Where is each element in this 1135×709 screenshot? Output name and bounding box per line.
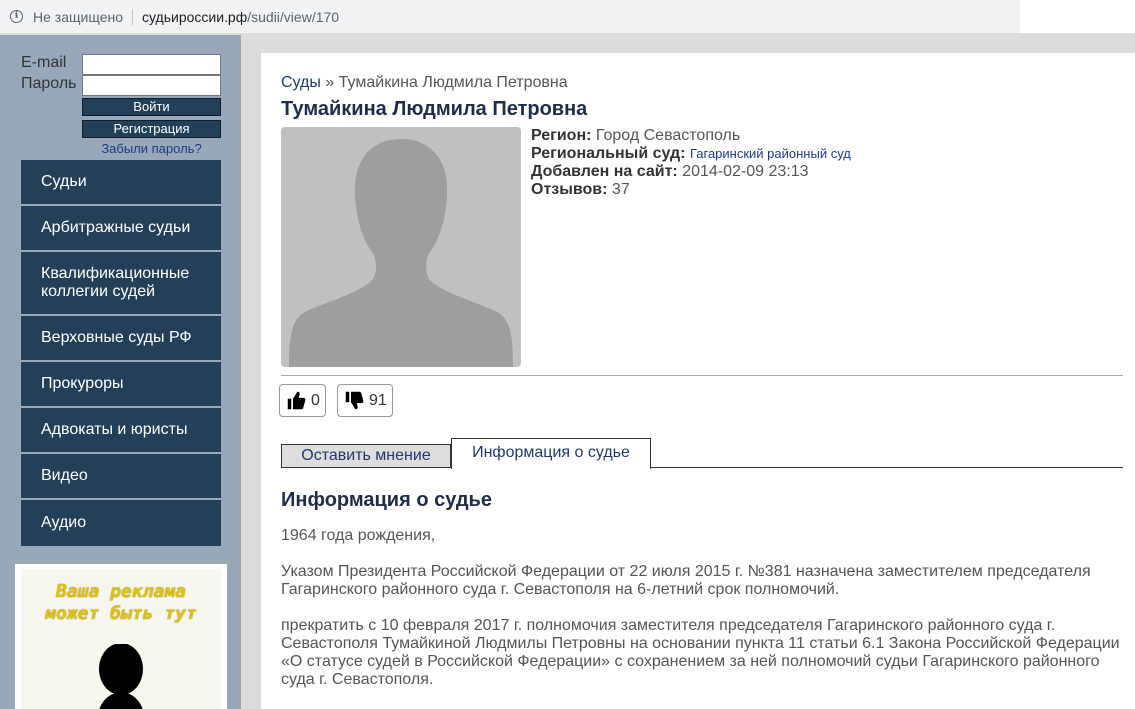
nav-item-label: Арбитражные судьи [41, 219, 191, 236]
nav-item-lawyers[interactable]: Адвокаты и юристы [21, 408, 221, 454]
ad-line-2: может быть тут [45, 603, 197, 624]
address-separator [132, 8, 133, 25]
ad-text: Ваша реклама может быть тут [21, 581, 221, 625]
nav-item-qualification-boards[interactable]: Квалификационные коллегии судей [21, 252, 221, 316]
forgot-password-link[interactable]: Забыли пароль? [82, 141, 221, 156]
email-label: E-mail [21, 54, 67, 71]
breadcrumb: Суды » Тумайкина Людмила Петровна [281, 74, 568, 92]
detail-region: Регион: Город Севастополь [531, 127, 851, 145]
tab-judge-info[interactable]: Информация о судье [451, 438, 651, 469]
nav-item-arbitration-judges[interactable]: Арбитражные судьи [21, 206, 221, 252]
main-content: Суды » Тумайкина Людмила Петровна Тумайк… [261, 53, 1135, 709]
main-nav: Судьи Арбитражные судьи Квалификационные… [21, 160, 221, 546]
added-label: Добавлен на сайт: [531, 163, 678, 180]
nav-item-label: Аудио [41, 514, 87, 531]
nav-item-label: Квалификационные коллегии судей [41, 265, 190, 300]
judge-details: Регион: Город Севастополь Региональный с… [531, 127, 851, 199]
email-field[interactable] [82, 54, 221, 75]
breadcrumb-root-link[interactable]: Суды [281, 74, 321, 91]
breadcrumb-separator: » [325, 74, 335, 91]
login-button[interactable]: Войти [82, 98, 221, 116]
register-button[interactable]: Регистрация [82, 120, 221, 138]
nav-item-video[interactable]: Видео [21, 454, 221, 500]
page-title: Тумайкина Людмила Петровна [281, 98, 588, 120]
reviews-label: Отзывов: [531, 181, 608, 198]
info-paragraph-birth: 1964 года рождения, [281, 527, 436, 544]
security-status: Не защищено [33, 8, 123, 25]
url-path[interactable]: /sudii/view/170 [247, 9, 339, 25]
tab-leave-opinion[interactable]: Оставить мнение [281, 444, 451, 468]
info-paragraph-appointment: Указом Президента Российской Федерации о… [281, 563, 1091, 598]
nav-item-label: Видео [41, 467, 88, 484]
nav-item-label: Верховные суды РФ [41, 329, 192, 346]
thumbs-down-icon [345, 391, 364, 410]
detail-added: Добавлен на сайт: 2014-02-09 23:13 [531, 163, 851, 181]
nav-item-supreme-courts[interactable]: Верховные суды РФ [21, 316, 221, 362]
nav-item-judges[interactable]: Судьи [21, 160, 221, 206]
detail-court: Региональный суд: Гагаринский районный с… [531, 145, 851, 163]
url-host[interactable]: судьироссии.рф [142, 9, 247, 25]
password-label: Пароль [21, 75, 77, 92]
court-label: Региональный суд: [531, 145, 686, 162]
thumbs-up-icon [287, 391, 306, 410]
sidebar: E-mail Пароль Войти Регистрация Забыли п… [0, 35, 241, 709]
silhouette-icon [99, 644, 143, 709]
divider [281, 375, 1123, 376]
breadcrumb-current: Тумайкина Людмила Петровна [338, 74, 568, 91]
ad-banner[interactable]: Ваша реклама может быть тут [15, 564, 227, 709]
password-field[interactable] [82, 75, 221, 96]
dislike-count: 91 [369, 391, 387, 409]
region-label: Регион: [531, 127, 592, 144]
court-link[interactable]: Гагаринский районный суд [690, 146, 851, 161]
region-value: Город Севастополь [595, 127, 741, 144]
added-value: 2014-02-09 23:13 [682, 163, 809, 180]
like-count: 0 [311, 391, 320, 409]
nav-item-label: Судьи [41, 173, 87, 190]
info-heading: Информация о судье [281, 489, 492, 511]
address-bar[interactable]: i Не защищено судьироссии.рф/sudii/view/… [0, 0, 1020, 33]
nav-item-audio[interactable]: Аудио [21, 500, 221, 546]
ad-line-1: Ваша реклама [55, 581, 187, 602]
nav-item-label: Адвокаты и юристы [41, 421, 188, 438]
nav-item-label: Прокуроры [41, 375, 124, 392]
avatar-silhouette-icon [289, 139, 513, 367]
dislike-button[interactable]: 91 [337, 384, 393, 417]
like-button[interactable]: 0 [279, 384, 326, 417]
judge-photo-placeholder [281, 127, 521, 367]
info-icon[interactable]: i [10, 10, 23, 23]
toolbar-blank [1020, 0, 1135, 33]
ad-image: Ваша реклама может быть тут [21, 569, 221, 709]
info-paragraph-termination: прекратить с 10 февраля 2017 г. полномоч… [281, 617, 1120, 688]
nav-item-prosecutors[interactable]: Прокуроры [21, 362, 221, 408]
page: E-mail Пароль Войти Регистрация Забыли п… [0, 35, 1135, 709]
detail-reviews: Отзывов: 37 [531, 181, 851, 199]
reviews-value: 37 [611, 181, 630, 198]
